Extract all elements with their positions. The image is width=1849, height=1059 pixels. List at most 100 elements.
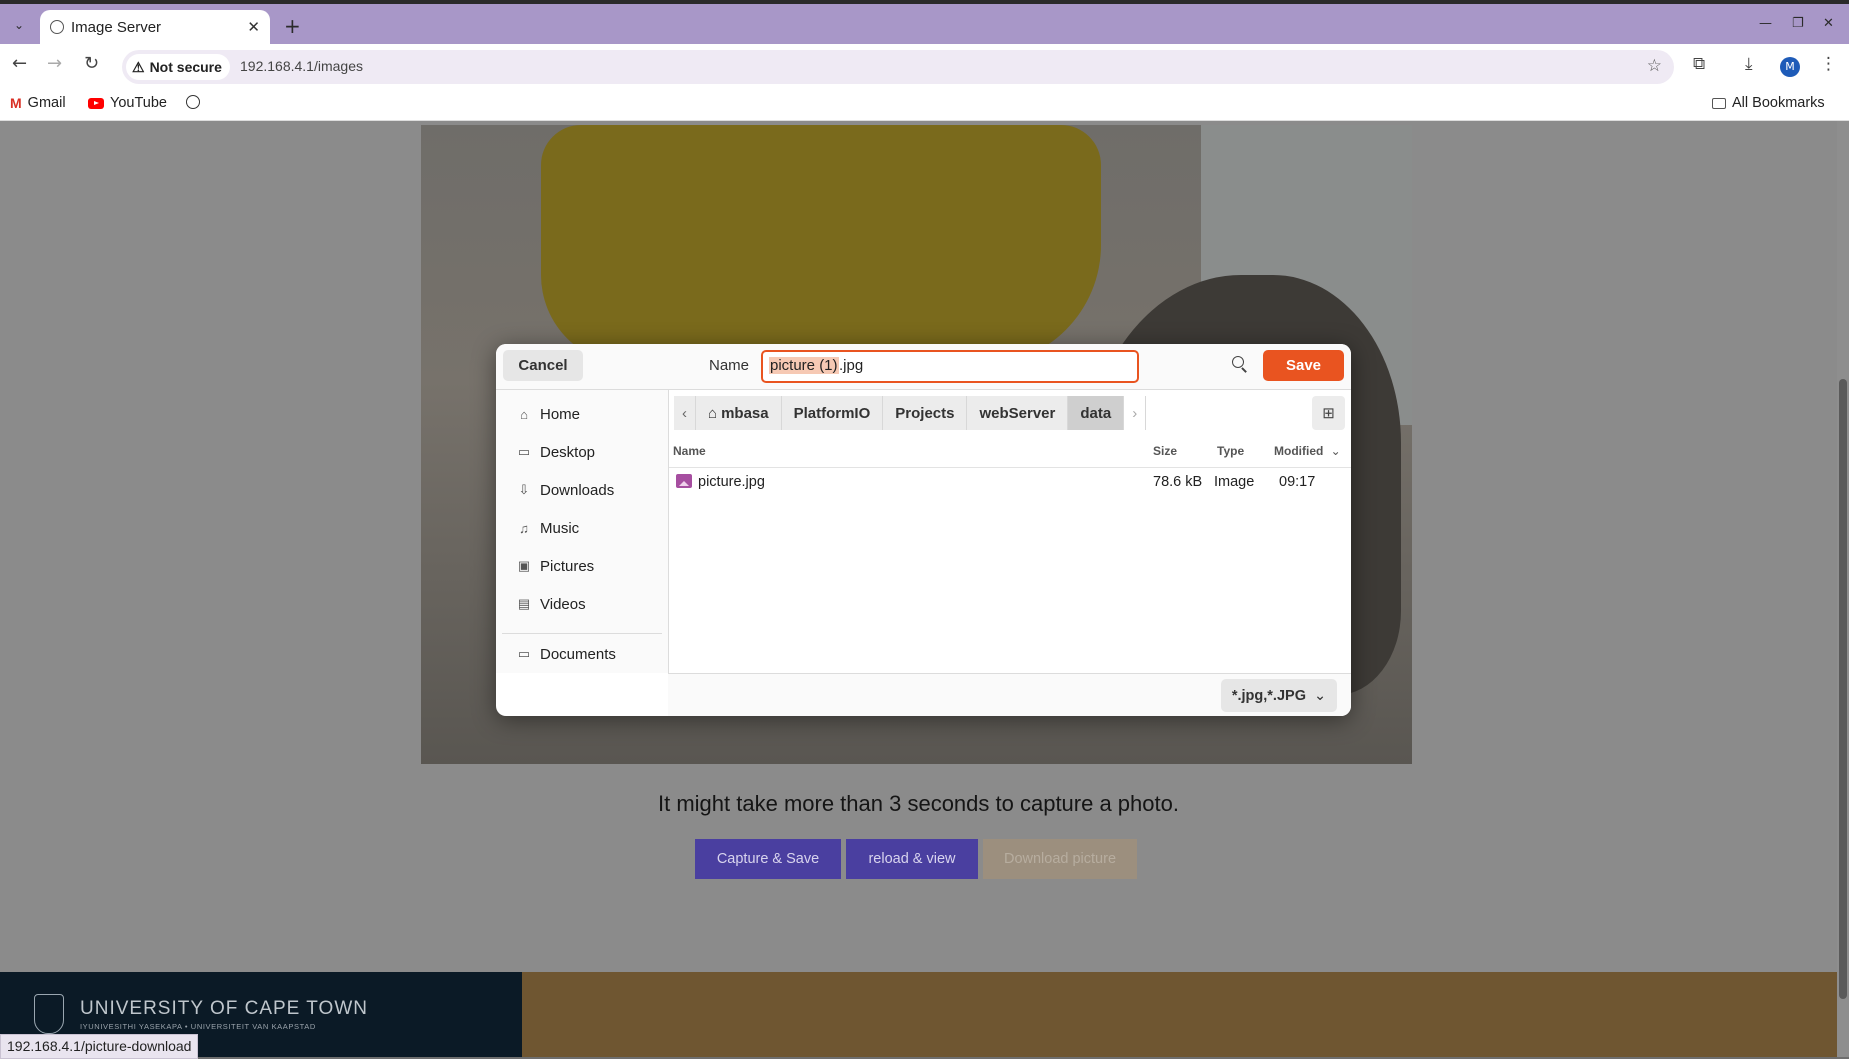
- column-header-label: Modified: [1274, 444, 1324, 458]
- path-crumb-home[interactable]: ⌂ mbasa: [696, 396, 782, 430]
- file-modified: 09:17: [1279, 474, 1316, 490]
- tab-title: Image Server: [71, 19, 162, 36]
- name-label: Name: [709, 357, 750, 374]
- download-icon: ⇩: [518, 482, 530, 497]
- reload-view-button[interactable]: reload & view: [846, 839, 978, 879]
- home-icon: ⌂: [708, 404, 718, 422]
- music-icon: ♫: [519, 520, 529, 536]
- security-label: Not secure: [149, 59, 222, 75]
- column-header-modified[interactable]: Modified ⌄: [1274, 444, 1341, 468]
- save-button[interactable]: Save: [1263, 350, 1344, 381]
- close-tab-icon[interactable]: ✕: [247, 18, 260, 36]
- university-subtitle: IYUNIVESITHI YASEKAPA • UNIVERSITEIT VAN…: [80, 1022, 316, 1031]
- new-tab-button[interactable]: +: [284, 14, 301, 38]
- path-crumb[interactable]: webServer: [967, 396, 1069, 430]
- browser-tab[interactable]: Image Server ✕: [40, 10, 270, 48]
- sidebar-item-label: Music: [540, 519, 580, 537]
- sidebar-item-label: Home: [540, 405, 581, 423]
- back-icon[interactable]: ←: [12, 53, 27, 74]
- new-folder-icon[interactable]: ⊞: [1312, 396, 1345, 430]
- column-header-type[interactable]: Type: [1217, 444, 1244, 468]
- footer-band: [522, 972, 1837, 1057]
- file-type: Image: [1214, 474, 1255, 490]
- video-icon: ▤: [517, 596, 531, 611]
- desktop-icon: ▭: [517, 444, 531, 459]
- sidebar-item-home[interactable]: ⌂ Home: [516, 402, 580, 426]
- address-bar[interactable]: ⚠ Not secure 192.168.4.1/images ☆: [122, 50, 1674, 84]
- path-crumb[interactable]: Projects: [883, 396, 968, 430]
- path-crumb-current[interactable]: data: [1068, 396, 1125, 430]
- cancel-button[interactable]: Cancel: [503, 350, 583, 381]
- places-sidebar: ⌂ Home ▭ Desktop ⇩ Downloads ♫ Music ▣ P…: [496, 390, 669, 673]
- sidebar-item-label: Documents: [540, 645, 616, 663]
- dialog-footer: *.jpg,*.JPG ⌄: [668, 673, 1351, 716]
- capture-note: It might take more than 3 seconds to cap…: [658, 791, 1179, 816]
- path-back-icon[interactable]: ‹: [674, 396, 696, 430]
- menu-icon[interactable]: ⋮: [1820, 54, 1837, 74]
- close-window-icon[interactable]: ✕: [1823, 16, 1834, 31]
- sidebar-item-desktop[interactable]: ▭ Desktop: [516, 440, 595, 464]
- path-crumb[interactable]: PlatformIO: [781, 396, 884, 430]
- minimize-icon[interactable]: —: [1759, 16, 1772, 31]
- reload-icon[interactable]: ↻: [84, 53, 99, 74]
- home-icon: ⌂: [520, 406, 528, 422]
- profile-avatar[interactable]: M: [1780, 57, 1800, 77]
- all-bookmarks-label: All Bookmarks: [1732, 95, 1825, 111]
- restore-icon[interactable]: ❐: [1792, 16, 1804, 31]
- chevron-down-icon: ⌄: [1313, 687, 1327, 704]
- file-row[interactable]: picture.jpg 78.6 kB Image 09:17: [669, 469, 1351, 495]
- security-chip[interactable]: ⚠ Not secure: [126, 54, 230, 80]
- sidebar-item-videos[interactable]: ▤ Videos: [516, 592, 586, 616]
- sidebar-item-pictures[interactable]: ▣ Pictures: [516, 554, 594, 578]
- filename-selected-text: picture (1): [769, 357, 839, 374]
- university-name: UNIVERSITY OF CAPE TOWN: [80, 998, 368, 1019]
- folder-icon: ▭: [517, 646, 531, 661]
- dialog-header: Cancel Name picture (1) .jpg Save: [496, 344, 1351, 390]
- download-picture-button[interactable]: Download picture: [983, 839, 1137, 879]
- youtube-icon: [88, 97, 104, 109]
- search-icon[interactable]: [1232, 356, 1244, 368]
- uct-crest-logo: [34, 994, 64, 1034]
- bookmark-star-icon[interactable]: ☆: [1647, 56, 1662, 76]
- sidebar-item-documents[interactable]: ▭ Documents: [516, 642, 616, 666]
- page-scrollbar[interactable]: [1837, 121, 1849, 1057]
- sidebar-divider: [502, 633, 662, 634]
- bookmarks-bar: M Gmail YouTube All Bookmarks: [0, 89, 1849, 121]
- sidebar-item-label: Desktop: [540, 443, 596, 461]
- save-file-dialog: Cancel Name picture (1) .jpg Save ⌂ Home…: [496, 344, 1351, 716]
- tab-search-chevron-icon[interactable]: ⌄: [8, 14, 30, 36]
- image-subject: [541, 125, 1101, 365]
- folder-icon: [1712, 97, 1726, 109]
- sidebar-item-downloads[interactable]: ⇩ Downloads: [516, 478, 615, 502]
- list-divider: [669, 467, 1351, 468]
- sidebar-item-music[interactable]: ♫ Music: [516, 516, 579, 540]
- filename-input[interactable]: picture (1) .jpg: [761, 350, 1139, 383]
- bookmark-label: YouTube: [110, 95, 167, 111]
- sidebar-item-label: Downloads: [540, 481, 615, 499]
- file-size: 78.6 kB: [1153, 474, 1203, 490]
- bookmark-gmail[interactable]: M Gmail: [10, 95, 66, 111]
- path-forward-icon[interactable]: ›: [1124, 396, 1147, 430]
- capture-save-button[interactable]: Capture & Save: [695, 839, 841, 879]
- bookmark-youtube[interactable]: YouTube: [88, 95, 167, 111]
- url-text[interactable]: 192.168.4.1/images: [240, 58, 363, 74]
- filter-label: *.jpg,*.JPG: [1231, 687, 1306, 704]
- picture-icon: ▣: [517, 558, 531, 573]
- column-header-size[interactable]: Size: [1153, 444, 1177, 468]
- sidebar-item-label: Pictures: [540, 557, 595, 575]
- bookmark-globe[interactable]: [186, 95, 200, 109]
- warning-icon: ⚠: [132, 58, 145, 75]
- browser-toolbar: ← → ↻ ⚠ Not secure 192.168.4.1/images ☆ …: [0, 44, 1849, 89]
- filename-extension: .jpg: [839, 357, 864, 374]
- title-bar: ⌄ Image Server ✕ + — ❐ ✕: [0, 0, 1849, 48]
- file-type-filter[interactable]: *.jpg,*.JPG ⌄: [1221, 679, 1337, 712]
- globe-icon: [186, 95, 200, 109]
- sort-chevron-icon: ⌄: [1330, 444, 1341, 458]
- scrollbar-thumb[interactable]: [1839, 379, 1847, 999]
- downloads-icon[interactable]: ⤓: [1745, 54, 1753, 74]
- path-bar: ‹ ⌂ mbasa PlatformIO Projects webServer …: [674, 396, 1147, 430]
- extensions-icon[interactable]: ⧉: [1693, 54, 1705, 74]
- forward-icon[interactable]: →: [47, 53, 62, 74]
- column-header-name[interactable]: Name: [673, 444, 706, 468]
- all-bookmarks[interactable]: All Bookmarks: [1712, 95, 1825, 111]
